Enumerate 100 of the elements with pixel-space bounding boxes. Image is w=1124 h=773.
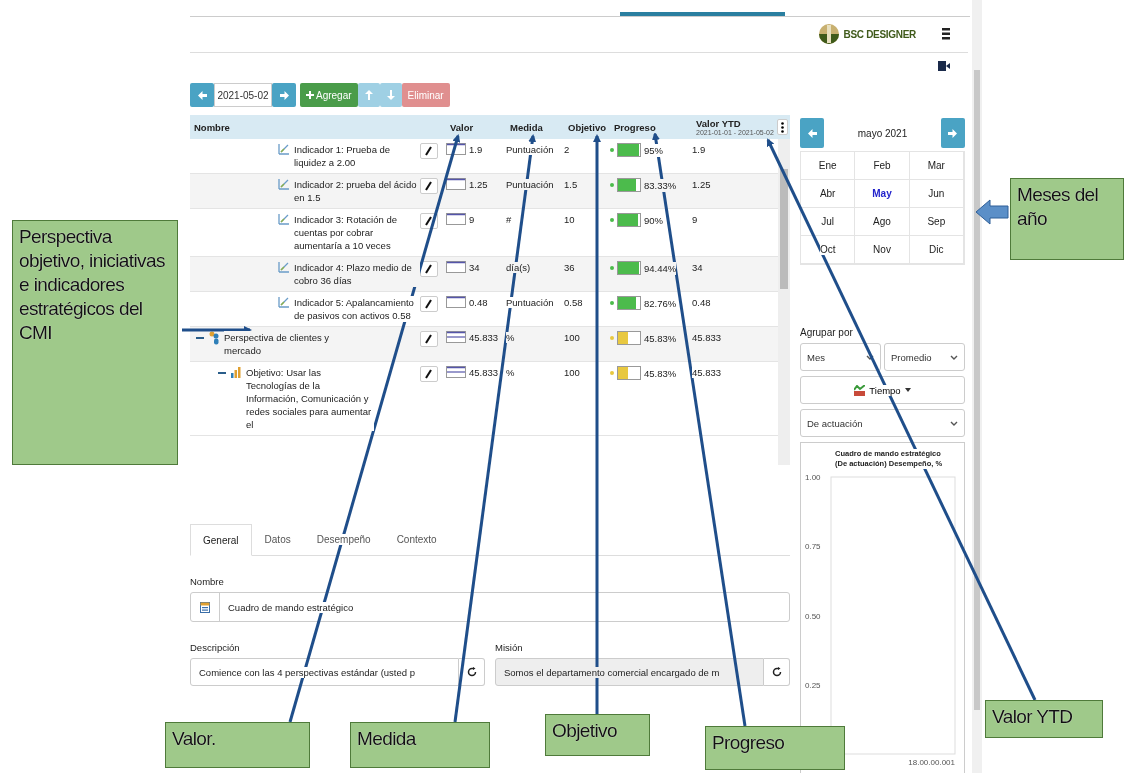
collapse-toggle[interactable] bbox=[218, 369, 226, 377]
arrow-down-icon bbox=[386, 90, 395, 100]
item-name[interactable]: Indicador 4: Plazo medio de cobro 36 días bbox=[294, 261, 420, 287]
view-button[interactable]: Tiempo bbox=[800, 376, 965, 404]
line-chart-icon bbox=[278, 178, 290, 190]
month-cell[interactable]: Ene bbox=[801, 152, 856, 180]
measure-cell: # bbox=[506, 214, 512, 225]
edit-button[interactable] bbox=[420, 296, 438, 312]
column-header[interactable]: Valor bbox=[450, 121, 474, 133]
month-cell[interactable]: Mar bbox=[909, 152, 964, 180]
measure-cell: Puntuación bbox=[506, 144, 554, 155]
month-cell[interactable]: Jun bbox=[909, 180, 964, 208]
history-button[interactable] bbox=[764, 658, 790, 686]
tab[interactable]: General bbox=[190, 524, 252, 556]
column-header[interactable]: Nombre bbox=[194, 121, 230, 133]
field-label: Nombre bbox=[190, 576, 225, 587]
month-cell[interactable]: Ago bbox=[855, 208, 910, 236]
month-cell[interactable]: Oct bbox=[801, 236, 856, 264]
name-field[interactable]: Cuadro de mando estratégico bbox=[190, 592, 790, 622]
refresh-icon bbox=[771, 667, 782, 677]
measure-cell: día(s) bbox=[506, 262, 531, 273]
measure-cell: Puntuación bbox=[506, 297, 554, 308]
callout-label: Meses del año bbox=[1010, 178, 1124, 260]
month-cell[interactable]: Abr bbox=[801, 180, 856, 208]
measure-cell: % bbox=[506, 332, 515, 343]
video-camera-icon[interactable] bbox=[938, 61, 950, 71]
target-cell: 1.5 bbox=[564, 179, 578, 190]
indicator-type-select[interactable]: De actuación bbox=[800, 409, 965, 437]
edit-button[interactable] bbox=[420, 366, 438, 382]
gauge-icon bbox=[446, 143, 466, 155]
month-cell[interactable]: Jul bbox=[801, 208, 856, 236]
block-arrow bbox=[975, 199, 1009, 225]
refresh-icon bbox=[466, 667, 477, 677]
chevron-down-icon bbox=[950, 353, 958, 361]
gauge-icon bbox=[446, 213, 466, 225]
ytd-cell: 1.25 bbox=[692, 179, 711, 190]
ytd-cell: 45.833 bbox=[692, 332, 722, 343]
axis-label: 0.25 bbox=[805, 680, 821, 690]
gauge-icon bbox=[446, 178, 466, 190]
axis-label: 0.50 bbox=[805, 611, 821, 621]
progress-cell: 95% bbox=[644, 143, 663, 157]
arrow-right-icon bbox=[279, 90, 289, 100]
measure-cell: % bbox=[506, 367, 515, 378]
column-header[interactable]: Valor YTD bbox=[696, 118, 741, 129]
item-name[interactable]: Indicador 2: prueba del ácido en 1.5 bbox=[294, 178, 420, 204]
tab[interactable]: Datos bbox=[251, 523, 304, 555]
field-label: Misión bbox=[495, 642, 524, 653]
menu-icon[interactable] bbox=[942, 28, 950, 40]
chevron-down-icon bbox=[866, 353, 874, 361]
column-header[interactable]: Medida bbox=[510, 121, 543, 133]
scrollbar[interactable] bbox=[778, 139, 790, 465]
kebab-icon bbox=[781, 121, 784, 133]
line-chart-icon bbox=[278, 261, 290, 273]
progress-bar bbox=[617, 178, 641, 192]
callout-label: Valor YTD bbox=[985, 700, 1103, 738]
description-field[interactable]: Comience con las 4 perspectivas estándar (usted p bbox=[190, 658, 459, 686]
edit-button[interactable] bbox=[420, 143, 438, 159]
measure-cell: Puntuación bbox=[506, 179, 554, 190]
ytd-cell: 9 bbox=[692, 214, 698, 225]
next-date-button[interactable] bbox=[272, 83, 296, 107]
aggregate-select[interactable]: Promedio bbox=[884, 343, 965, 371]
arrow-right-icon bbox=[948, 128, 958, 138]
pencil-icon bbox=[425, 299, 433, 309]
target-cell: 100 bbox=[564, 332, 580, 343]
previous-date-button[interactable] bbox=[190, 83, 214, 107]
pencil-icon bbox=[425, 216, 433, 226]
column-menu-button[interactable] bbox=[777, 119, 788, 135]
move-up-button[interactable] bbox=[357, 83, 380, 107]
previous-month-button[interactable] bbox=[800, 118, 824, 148]
gauge-icon bbox=[446, 296, 466, 308]
next-month-button[interactable] bbox=[941, 118, 965, 148]
gauge-icon bbox=[446, 366, 466, 378]
edit-button[interactable] bbox=[420, 178, 438, 194]
target-cell: 100 bbox=[564, 367, 580, 378]
target-cell: 36 bbox=[564, 262, 575, 273]
pencil-icon bbox=[425, 181, 433, 191]
period-select[interactable]: Mes bbox=[800, 343, 881, 371]
page-scrollbar[interactable] bbox=[972, 0, 982, 773]
callout-label: Perspectiva objetivo, iniciativas e indicadores estratégicos del CMI bbox=[12, 220, 178, 465]
mission-field[interactable]: Somos el departamento comercial encargado de m bbox=[495, 658, 764, 686]
calendar-title: mayo 2021 bbox=[857, 127, 908, 139]
axis-label: 18.00.00.001 bbox=[908, 758, 955, 767]
column-header[interactable]: Objetivo bbox=[568, 121, 606, 133]
collapse-toggle[interactable] bbox=[196, 334, 204, 342]
tab[interactable]: Contexto bbox=[383, 523, 450, 555]
ytd-cell: 1.9 bbox=[692, 144, 706, 155]
item-name[interactable]: Objetivo: Usar las Tecnologías de la Información, Comunicación y redes sociales para aumentar el bbox=[246, 366, 374, 431]
pencil-icon bbox=[425, 334, 433, 344]
arrow-up-icon bbox=[364, 90, 373, 100]
tab[interactable]: Desempeño bbox=[303, 523, 384, 555]
month-cell[interactable]: May bbox=[855, 180, 910, 208]
month-cell[interactable]: Dic bbox=[909, 236, 964, 264]
month-cell[interactable]: Sep bbox=[909, 208, 964, 236]
month-cell[interactable]: Nov bbox=[855, 236, 910, 264]
date-field[interactable]: 2021-05-02 bbox=[214, 83, 272, 107]
pencil-icon bbox=[425, 146, 433, 156]
pencil-icon bbox=[425, 369, 433, 379]
line-chart-icon bbox=[278, 143, 290, 155]
month-cell[interactable]: Feb bbox=[855, 152, 910, 180]
edit-button[interactable] bbox=[420, 331, 438, 347]
